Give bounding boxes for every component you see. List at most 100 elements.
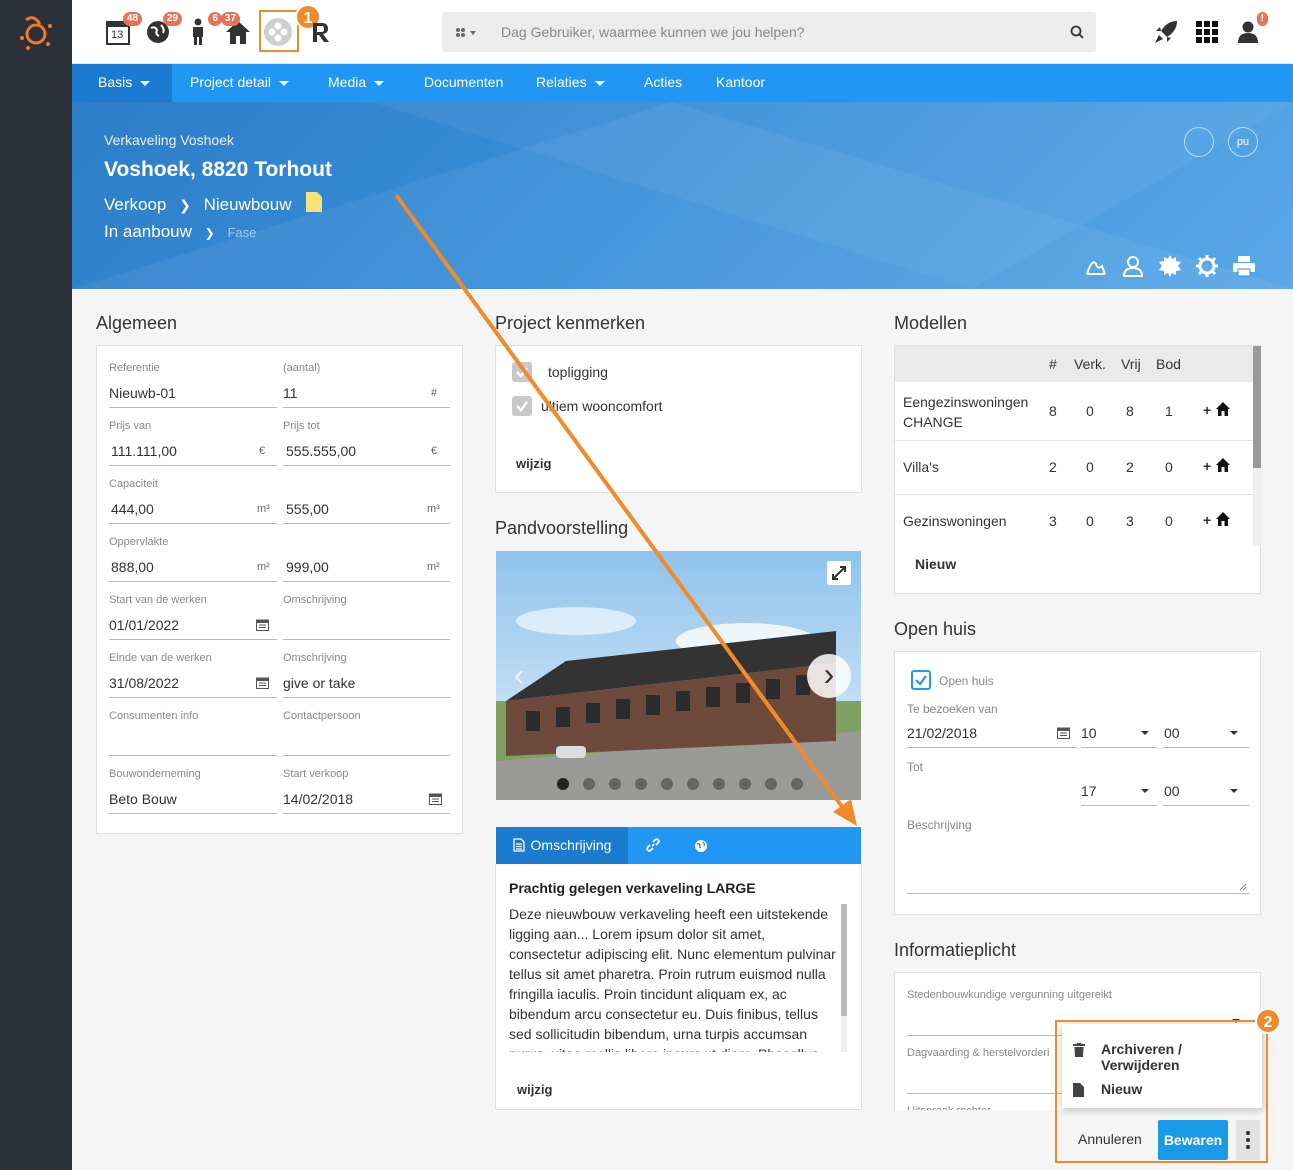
globe-button[interactable]: 29 [142,12,182,48]
dropdown-caret-icon[interactable] [1230,731,1238,735]
calendar-icon[interactable] [429,792,442,805]
carousel-dots[interactable] [557,778,803,790]
add-unit-button[interactable]: + [1203,402,1230,420]
apps-button[interactable] [1191,16,1223,48]
breadcrumb-subtype[interactable]: Nieuwbouw [204,195,292,214]
to-hour-select[interactable]: 17 [1081,783,1097,799]
capaciteit-field[interactable]: 444,00 [111,501,154,517]
nav-project-detail[interactable]: Project detail [190,64,289,102]
model-bod: 1 [1165,403,1173,419]
settings-gear-icon[interactable] [1195,254,1219,278]
carousel-prev-icon[interactable]: ‹ [514,659,524,693]
model-name[interactable]: Eengezinswoningen CHANGE [903,392,1043,432]
person-button[interactable]: 6 [182,12,222,48]
description-scrollbar[interactable] [841,904,847,1052]
model-name[interactable]: Gezinswoningen [903,513,1007,529]
carousel-dot[interactable] [583,778,595,790]
tab-links[interactable] [628,827,678,864]
dagvaarding-select[interactable] [907,1093,1077,1094]
kenmerken-edit-link[interactable]: wijzig [516,456,551,471]
contact-icon[interactable] [1121,254,1145,278]
open-huis-checkbox[interactable] [911,670,931,690]
capaciteit-tot-field[interactable]: 555,00 [286,501,329,517]
carousel-dot-active[interactable] [557,778,569,790]
house-button[interactable]: 37 [220,12,254,48]
carousel-dot[interactable] [661,778,673,790]
aantal-field[interactable]: 11 [283,385,298,401]
from-hour-select[interactable]: 10 [1081,725,1097,741]
nav-relaties[interactable]: Relaties [536,64,605,102]
model-name[interactable]: Villa's [903,459,939,475]
beschrijving-textarea[interactable] [907,836,1249,894]
kenmerk-checkbox[interactable] [512,396,532,416]
status-breadcrumb: In aanbouw ❯ Fase [104,222,256,242]
carousel-dot[interactable] [791,778,803,790]
document-icon[interactable] [306,192,323,212]
scrollbar-thumb[interactable] [1253,346,1261,468]
dropdown-caret-icon[interactable] [1141,731,1149,735]
r-button[interactable] [304,16,336,48]
search-bar[interactable]: Dag Gebruiker, waarmee kunnen we jou hel… [442,12,1096,52]
property-image-carousel[interactable]: ‹ › [496,551,861,800]
avatar-empty[interactable] [1184,127,1214,157]
carousel-dot[interactable] [635,778,647,790]
signature-icon[interactable] [1084,254,1108,278]
carousel-dot[interactable] [687,778,699,790]
visit-date-field[interactable]: 21/02/2018 [907,725,977,741]
print-icon[interactable] [1232,254,1256,278]
search-input[interactable]: Dag Gebruiker, waarmee kunnen we jou hel… [501,24,805,40]
new-model-link[interactable]: Nieuw [915,556,956,572]
oppervlakte-tot-unit: m² [427,561,440,573]
modellen-scrollbar[interactable] [1253,346,1261,546]
einde-werken-field[interactable]: 31/08/2022 [109,675,179,691]
kenmerk-checkbox[interactable] [512,362,532,382]
tab-web[interactable] [678,827,724,864]
add-unit-button[interactable]: + [1203,458,1230,476]
dropdown-caret-icon[interactable] [1230,789,1238,793]
avatar[interactable]: pu [1228,127,1258,157]
badge-seal-icon[interactable] [1158,254,1182,278]
status-label[interactable]: In aanbouw [104,222,192,241]
nav-documenten[interactable]: Documenten [424,64,503,102]
calendar-icon[interactable] [1057,726,1070,739]
resize-handle-icon[interactable] [1239,883,1247,891]
fullscreen-button[interactable] [827,561,851,585]
calendar-button[interactable]: 13 48 [102,12,142,48]
breadcrumb-type[interactable]: Verkoop [104,195,166,214]
nav-acties[interactable]: Acties [644,64,682,102]
start-werken-field[interactable]: 01/01/2022 [109,617,179,633]
to-minute-select[interactable]: 00 [1164,783,1180,799]
nav-kantoor[interactable]: Kantoor [716,64,765,102]
carousel-dot[interactable] [765,778,777,790]
scrollbar-thumb[interactable] [841,904,847,1016]
search-icon[interactable] [1070,25,1084,39]
fase-label[interactable]: Fase [227,225,256,240]
bouwonderneming-field[interactable]: Beto Bouw [109,791,177,807]
tab-omschrijving[interactable]: Omschrijving [496,827,628,864]
omschrijving-2-field[interactable]: give or take [283,675,355,691]
nav-media[interactable]: Media [328,64,385,102]
search-scope-icon[interactable] [454,26,478,40]
user-button[interactable]: ! [1232,12,1268,48]
callout-2: 2 [1255,1008,1281,1034]
carousel-dot[interactable] [713,778,725,790]
carousel-next-icon[interactable]: › [807,654,851,698]
app-logo[interactable] [0,0,72,64]
dropdown-caret-icon[interactable] [1141,789,1149,793]
calendar-icon[interactable] [256,618,269,631]
referentie-field[interactable]: Nieuwb-01 [109,385,176,401]
from-minute-select[interactable]: 00 [1164,725,1180,741]
description-edit-link[interactable]: wijzig [517,1082,552,1097]
prijs-van-field[interactable]: 111.111,00 [111,443,177,459]
carousel-dot[interactable] [609,778,621,790]
rocket-button[interactable] [1150,16,1182,48]
add-unit-button[interactable]: + [1203,512,1230,530]
project-header: Verkaveling Voshoek Voshoek, 8820 Torhou… [72,102,1293,289]
calendar-icon[interactable] [256,676,269,689]
oppervlakte-field[interactable]: 888,00 [111,559,154,575]
carousel-dot[interactable] [739,778,751,790]
start-verkoop-field[interactable]: 14/02/2018 [283,791,353,807]
oppervlakte-tot-field[interactable]: 999,00 [286,559,329,575]
nav-basis[interactable]: Basis [72,64,172,102]
prijs-tot-field[interactable]: 555.555,00 [286,443,356,459]
